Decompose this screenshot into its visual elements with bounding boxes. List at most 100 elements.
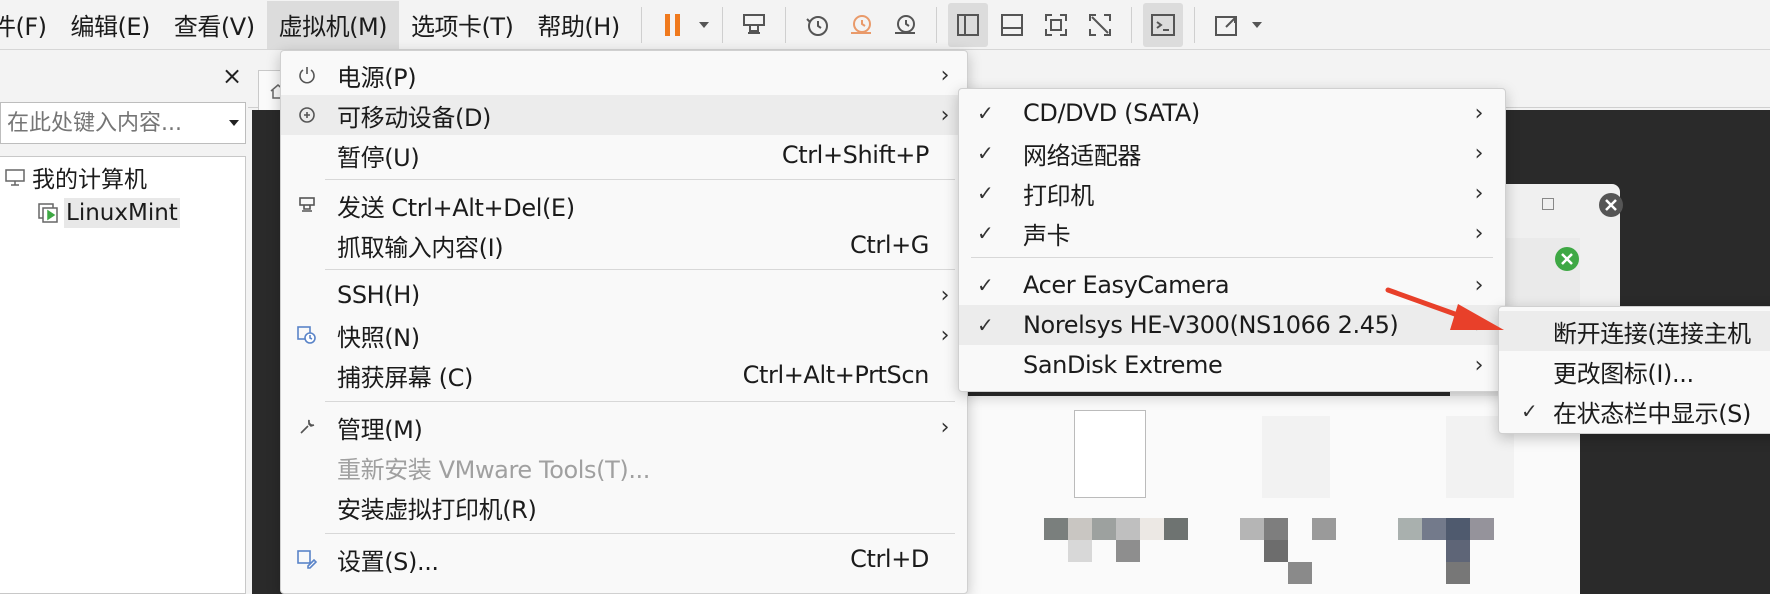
blurred-filename: [1446, 518, 1470, 540]
power-icon: [295, 63, 319, 87]
blurred-filename: [1164, 518, 1188, 540]
menu-separator: [325, 179, 955, 180]
blurred-filename: [1264, 518, 1288, 540]
vm-menu-manage[interactable]: 管理(M) ›: [281, 407, 967, 447]
menu-item-label: Norelsys HE-V300(NS1066 2.45): [1023, 311, 1399, 339]
menu-item-label: 重新安装 VMware Tools(T)...: [337, 455, 651, 484]
usb-device-icon: [295, 103, 319, 127]
device-network-adapter[interactable]: ✓ 网络适配器 ›: [959, 133, 1505, 173]
toolbar-divider: [1193, 6, 1195, 43]
submenu-arrow-icon: ›: [1474, 100, 1484, 126]
menubar: 件(F) 编辑(E) 查看(V) 虚拟机(M) 选项卡(T) 帮助(H): [0, 0, 1770, 50]
blurred-filename: [1044, 518, 1068, 540]
submenu-arrow-icon: ›: [940, 62, 950, 88]
menu-item-label: 更改图标(I)...: [1553, 359, 1694, 388]
device-printer[interactable]: ✓ 打印机 ›: [959, 173, 1505, 213]
menu-item-shortcut: Ctrl+G: [849, 231, 929, 259]
blurred-filename: [1398, 518, 1422, 540]
menu-help[interactable]: 帮助(H): [525, 1, 631, 49]
blurred-filename: [1264, 540, 1288, 562]
take-snapshot-button[interactable]: [797, 3, 837, 47]
stretch-dropdown[interactable]: [1248, 21, 1266, 28]
pause-dropdown[interactable]: [695, 21, 713, 28]
thumbnail-bar-button[interactable]: [992, 3, 1032, 47]
device-sound-card[interactable]: ✓ 声卡 ›: [959, 213, 1505, 253]
menu-item-label: 安装虚拟打印机(R): [337, 495, 537, 524]
menu-edit[interactable]: 编辑(E): [59, 1, 162, 49]
pause-button[interactable]: [653, 3, 693, 47]
submenu-arrow-icon: ›: [940, 414, 950, 440]
device-cd-dvd[interactable]: ✓ CD/DVD (SATA) ›: [959, 93, 1505, 133]
tree-item-my-computer[interactable]: 我的计算机: [4, 157, 147, 197]
document-icon[interactable]: [1074, 410, 1146, 498]
send-ctrl-alt-del-button[interactable]: [734, 3, 774, 47]
chevron-down-icon[interactable]: [229, 120, 239, 126]
vm-menu-snapshot[interactable]: 快照(N) ›: [281, 315, 967, 355]
guest-file-browser: [958, 396, 1580, 594]
vm-menu-ssh[interactable]: SSH(H) ›: [281, 275, 967, 315]
menu-item-label: 捕获屏幕 (C): [337, 363, 473, 392]
stretch-icon: [1214, 15, 1237, 36]
snapshot-manager-button[interactable]: [885, 3, 925, 47]
thumbnail-bar-icon: [1000, 13, 1023, 36]
wrench-icon: [295, 415, 319, 439]
usb-show-in-statusbar[interactable]: ✓ 在状态栏中显示(S): [1499, 391, 1770, 431]
file-icon[interactable]: [1262, 416, 1330, 498]
usb-change-icon[interactable]: 更改图标(I)...: [1499, 351, 1770, 391]
revert-snapshot-button[interactable]: [841, 3, 881, 47]
submenu-arrow-icon: ›: [1474, 140, 1484, 166]
blurred-filename: [1068, 540, 1092, 562]
menu-file[interactable]: 件(F): [0, 1, 59, 49]
vm-menu-capture-screen[interactable]: 捕获屏幕 (C) Ctrl+Alt+PrtScn: [281, 355, 967, 395]
blurred-filename: [1068, 518, 1092, 540]
computer-icon: [5, 169, 25, 186]
pause-icon: [664, 13, 680, 36]
vm-menu-grab-input[interactable]: 抓取输入内容(I) Ctrl+G: [281, 225, 967, 265]
vm-menu-install-printer[interactable]: 安装虚拟打印机(R): [281, 487, 967, 527]
window-maximize-icon[interactable]: [1542, 198, 1554, 210]
menu-item-shortcut: Ctrl+D: [850, 545, 929, 573]
library-close-button[interactable]: ×: [222, 62, 242, 90]
fullscreen-button[interactable]: [1036, 3, 1076, 47]
usb-disconnect[interactable]: 断开连接(连接主机: [1499, 311, 1770, 351]
window-close-icon[interactable]: [1598, 192, 1624, 218]
menu-tabs[interactable]: 选项卡(T): [399, 1, 525, 49]
vm-running-icon: [38, 203, 58, 223]
menu-item-label: 网络适配器: [1023, 141, 1141, 170]
console-button[interactable]: [1142, 2, 1183, 47]
menu-item-label: 电源(P): [337, 63, 417, 92]
submenu-arrow-icon: ›: [940, 322, 950, 348]
show-library-button[interactable]: [947, 2, 988, 47]
device-sandisk-extreme[interactable]: SanDisk Extreme ›: [959, 345, 1505, 385]
menu-item-shortcut: Ctrl+Shift+P: [781, 141, 930, 169]
fullscreen-icon: [1044, 13, 1067, 36]
menu-item-label: 快照(N): [337, 323, 420, 352]
menu-item-label: 可移动设备(D): [337, 103, 492, 132]
menu-item-label: 打印机: [1023, 181, 1094, 210]
vm-menu-send-ctrl-alt-del[interactable]: 发送 Ctrl+Alt+Del(E): [281, 185, 967, 225]
device-acer-easycamera[interactable]: ✓ Acer EasyCamera ›: [959, 265, 1505, 305]
tree-item-linuxmint[interactable]: LinuxMint: [36, 193, 180, 233]
checkmark-icon: ✓: [977, 221, 994, 245]
library-search[interactable]: [0, 102, 246, 144]
menu-vm[interactable]: 虚拟机(M): [266, 0, 400, 49]
stretch-button[interactable]: [1206, 3, 1246, 47]
vm-menu-removable-devices[interactable]: 可移动设备(D) ›: [281, 95, 967, 135]
vm-menu-settings[interactable]: 设置(S)... Ctrl+D: [281, 539, 967, 579]
blurred-filename: [1116, 540, 1140, 562]
send-ctrl-alt-del-icon: [295, 193, 319, 217]
checkmark-icon: ✓: [977, 101, 994, 125]
menu-item-label: Acer EasyCamera: [1023, 271, 1230, 299]
submenu-arrow-icon: ›: [940, 102, 950, 128]
vm-menu-pause[interactable]: 暂停(U) Ctrl+Shift+P: [281, 135, 967, 175]
unity-button[interactable]: [1080, 3, 1120, 47]
blurred-filename: [1092, 518, 1116, 540]
vm-menu-power[interactable]: 电源(P) ›: [281, 55, 967, 95]
usb-device-menu: 断开连接(连接主机 更改图标(I)... ✓ 在状态栏中显示(S): [1498, 306, 1770, 434]
revert-snapshot-icon: [850, 14, 871, 34]
device-norelsys-usb[interactable]: ✓ Norelsys HE-V300(NS1066 2.45) ›: [959, 305, 1505, 345]
menu-separator: [971, 257, 1493, 258]
menu-view[interactable]: 查看(V): [162, 1, 267, 49]
library-search-input[interactable]: [1, 110, 213, 136]
ok-circle-icon[interactable]: [1554, 246, 1580, 272]
